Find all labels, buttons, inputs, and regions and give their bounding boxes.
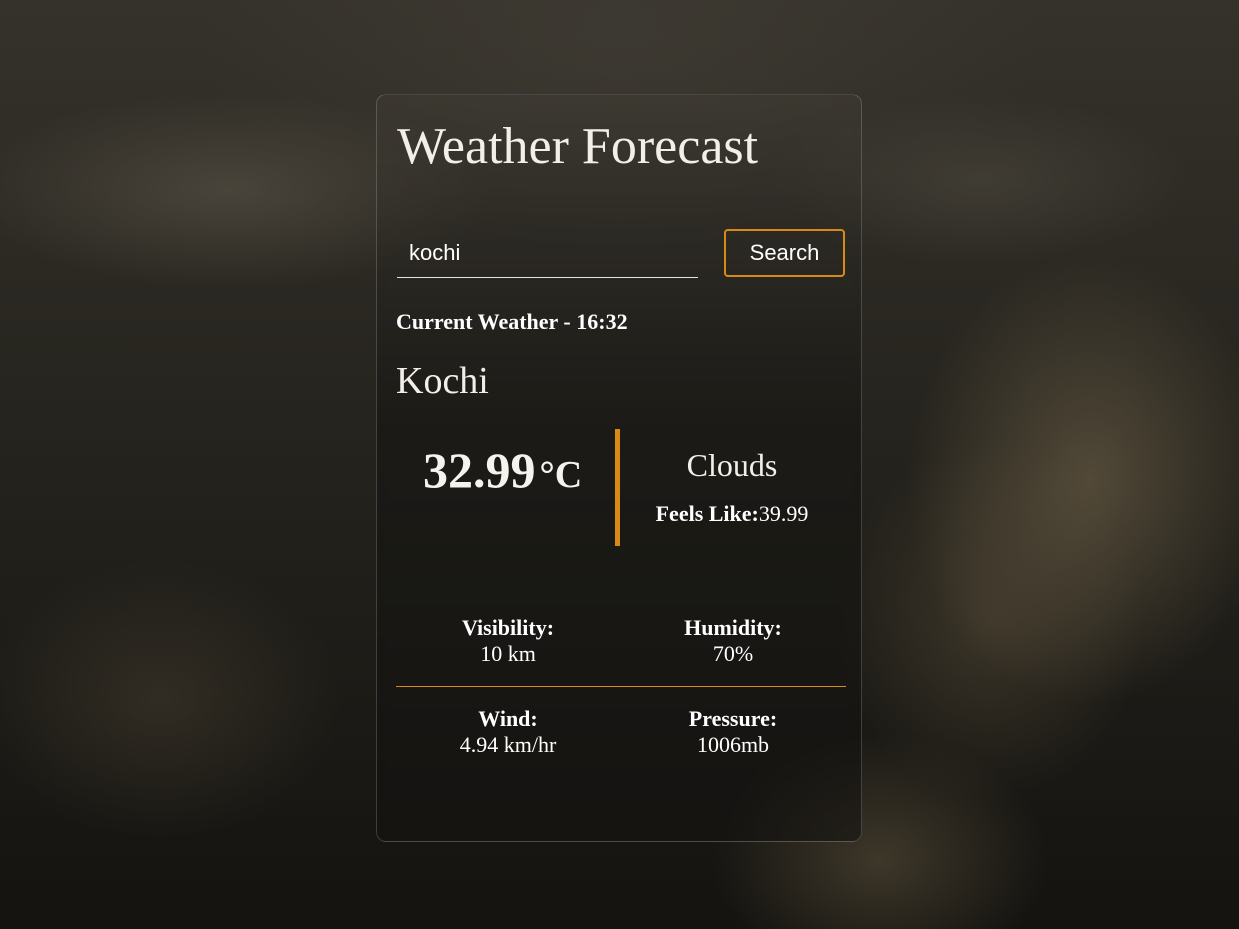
temperature-value: 32.99: [423, 442, 536, 498]
humidity-value: 70%: [712, 641, 754, 666]
feels-like-value: 39.99: [758, 501, 809, 526]
temperature-display: 32.99 °C: [423, 441, 582, 499]
temperature-unit: °C: [539, 454, 583, 496]
humidity-stat: Humidity: 70%: [623, 615, 843, 667]
app-title: Weather Forecast: [397, 118, 759, 175]
wind-value: 4.94 km/hr: [459, 732, 557, 757]
visibility-stat: Visibility: 10 km: [398, 615, 618, 667]
current-weather-heading: Current Weather - 16:32: [396, 309, 628, 334]
wind-stat: Wind: 4.94 km/hr: [398, 706, 618, 758]
search-button[interactable]: Search: [724, 229, 845, 277]
city-name: Kochi: [396, 360, 489, 402]
weather-condition: Clouds: [686, 447, 778, 483]
horizontal-divider: [396, 686, 846, 687]
feels-like: Feels Like:39.99: [627, 501, 837, 527]
wind-label: Wind:: [478, 706, 538, 731]
weather-card: Weather Forecast Search Current Weather …: [376, 94, 862, 842]
city-search-input[interactable]: [397, 228, 698, 278]
pressure-label: Pressure:: [688, 706, 778, 731]
visibility-label: Visibility:: [461, 615, 555, 640]
humidity-label: Humidity:: [684, 615, 782, 640]
visibility-value: 10 km: [480, 641, 536, 666]
pressure-value: 1006mb: [696, 732, 770, 757]
feels-like-label: Feels Like:: [655, 501, 759, 526]
pressure-stat: Pressure: 1006mb: [623, 706, 843, 758]
vertical-divider: [615, 429, 620, 546]
